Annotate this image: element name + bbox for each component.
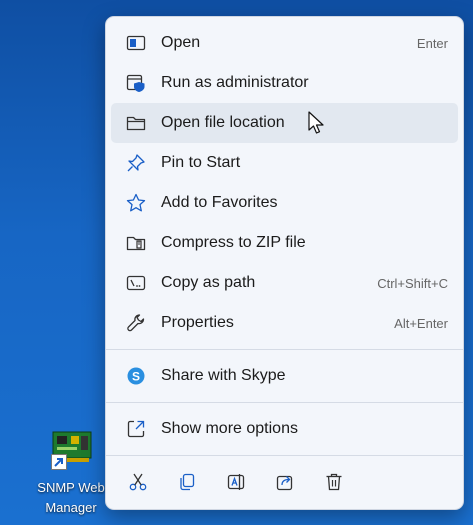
desktop-shortcut-snmp[interactable]: SNMP Web Manager: [32, 424, 110, 524]
shield-window-icon: [126, 73, 146, 93]
quick-actions-toolbar: [106, 462, 463, 502]
menu-item-show-more-options[interactable]: Show more options: [111, 409, 458, 449]
menu-item-open-file-location[interactable]: Open file location: [111, 103, 458, 143]
cut-button[interactable]: [114, 462, 163, 502]
menu-item-label: Run as administrator: [161, 74, 309, 91]
menu-item-pin-to-start[interactable]: Pin to Start: [111, 143, 458, 183]
wrench-icon: [126, 313, 146, 333]
menu-separator: [106, 402, 463, 403]
shortcut-caption-line2: Manager: [45, 500, 97, 515]
expand-icon: [126, 419, 146, 439]
menu-item-shortcut: Ctrl+Shift+C: [377, 275, 448, 291]
context-menu: Open Enter Run as administrator Open fil…: [105, 16, 464, 510]
menu-item-run-as-administrator[interactable]: Run as administrator: [111, 63, 458, 103]
share-icon: [276, 475, 293, 491]
menu-item-label: Add to Favorites: [161, 194, 278, 211]
copy-button[interactable]: [163, 462, 212, 502]
menu-item-label: Properties: [161, 314, 234, 331]
menu-separator: [106, 349, 463, 350]
pin-icon: [126, 153, 146, 173]
menu-item-label: Open: [161, 34, 201, 51]
cut-icon: [129, 473, 147, 491]
menu-item-open[interactable]: Open Enter: [111, 23, 458, 63]
menu-item-label: Pin to Start: [161, 154, 241, 171]
menu-item-share-with-skype[interactable]: S Share with Skype: [111, 356, 458, 396]
menu-item-label: Share with Skype: [161, 367, 286, 384]
menu-item-label: Show more options: [161, 420, 298, 437]
menu-item-label: Open file location: [161, 114, 285, 131]
shortcut-caption-line1: SNMP Web: [37, 480, 105, 495]
shortcut-arrow-icon: [51, 454, 67, 470]
share-button[interactable]: [261, 462, 310, 502]
shortcut-caption: SNMP Web Manager: [32, 478, 110, 518]
open-window-icon: [126, 33, 146, 53]
rename-icon: [227, 474, 245, 490]
svg-text:S: S: [132, 370, 140, 384]
menu-item-compress-to-zip[interactable]: Compress to ZIP file: [111, 223, 458, 263]
delete-button[interactable]: [310, 462, 359, 502]
folder-icon: [126, 113, 146, 133]
network-card-icon: [47, 424, 95, 470]
star-icon: [126, 193, 146, 213]
rename-button[interactable]: [212, 462, 261, 502]
zip-folder-icon: [126, 233, 146, 253]
copy-icon: [180, 473, 195, 491]
menu-item-properties[interactable]: Properties Alt+Enter: [111, 303, 458, 343]
skype-icon: S: [126, 366, 146, 386]
delete-icon: [326, 473, 342, 491]
menu-item-shortcut: Enter: [416, 35, 448, 51]
menu-item-add-to-favorites[interactable]: Add to Favorites: [111, 183, 458, 223]
menu-separator: [106, 455, 463, 456]
menu-item-copy-as-path[interactable]: Copy as path Ctrl+Shift+C: [111, 263, 458, 303]
path-icon: [126, 273, 146, 293]
menu-item-label: Copy as path: [161, 274, 256, 291]
menu-item-label: Compress to ZIP file: [161, 234, 306, 251]
mouse-cursor-icon: [308, 111, 324, 134]
menu-item-shortcut: Alt+Enter: [394, 315, 448, 331]
